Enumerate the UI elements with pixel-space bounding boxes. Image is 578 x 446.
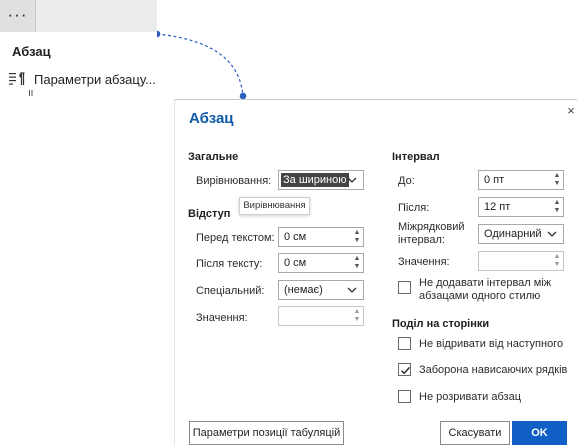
menu-title: Абзац [12,44,51,59]
general-heading: Загальне [188,151,239,163]
more-options-button[interactable]: ··· [0,0,36,32]
spin-up-down-icon[interactable]: ▲ ▼ [353,229,361,245]
line-spacing-at-input[interactable]: ▲ ▼ [478,251,564,271]
close-icon[interactable]: × [564,104,578,118]
paragraph-settings-icon [9,72,25,85]
spacing-before-input[interactable]: 0 пт ▲ ▼ [478,170,564,190]
keep-with-next-label: Не відривати від наступного [419,338,564,350]
indent-before-input[interactable]: 0 см ▲ ▼ [278,227,364,247]
special-indent-select[interactable]: (немає) [278,280,364,300]
chevron-down-icon [347,177,357,183]
spin-up-down-icon[interactable]: ▲ ▼ [553,172,561,188]
no-space-same-style-label: Не додавати інтервал між абзацами одного… [419,277,551,303]
spacing-heading: Інтервал [392,151,440,163]
line-spacing-at-label: Значення: [398,256,450,268]
special-indent-value: (немає) [284,284,323,296]
no-space-label-line2: абзацами одного стилю [419,290,541,302]
no-space-label-line1: Не додавати інтервал між [419,277,552,289]
widow-control-checkbox[interactable] [398,363,411,376]
chevron-down-icon [347,287,357,293]
indent-heading: Відступ [188,208,231,220]
indent-after-input[interactable]: 0 см ▲ ▼ [278,253,364,273]
pagination-heading: Поділ на сторінки [392,318,490,330]
spacing-before-label: До: [398,175,415,187]
indent-before-value: 0 см [284,231,307,243]
indent-by-input[interactable]: ▲ ▼ [278,306,364,326]
alignment-label: Вирівнювання: [196,175,272,187]
indent-after-label: Після тексту: [196,258,263,270]
menu-item-label: Параметри абзацу... [34,71,156,87]
spin-up-down-icon[interactable]: ▲ ▼ [353,255,361,271]
widow-control-label: Заборона нависаючих рядків [419,364,568,376]
indent-by-label: Значення: [196,312,248,324]
spin-up-down-icon[interactable]: ▲ ▼ [353,308,361,324]
alignment-selected-value: За шириною [281,173,349,187]
indent-before-label: Перед текстом: [196,232,275,244]
cancel-button[interactable]: Скасувати [440,421,510,445]
paragraph-mark-fragment-icon [29,90,33,96]
line-spacing-value: Одинарний [484,228,542,240]
tab-stops-button[interactable]: Параметри позиції табуляцій [189,421,344,445]
no-space-same-style-checkbox[interactable] [398,281,411,294]
spin-up-down-icon[interactable]: ▲ ▼ [553,253,561,269]
alignment-select[interactable]: За шириною [278,170,364,190]
line-spacing-label: Міжрядковий інтервал: [398,221,465,247]
spacing-before-value: 0 пт [484,174,505,186]
more-horizontal-icon: ··· [7,4,28,24]
line-spacing-label-line1: Міжрядковий [398,221,465,233]
spacing-after-input[interactable]: 12 пт ▲ ▼ [478,197,564,217]
spacing-after-label: Після: [398,202,430,214]
line-spacing-label-line2: інтервал: [398,234,445,246]
indent-after-value: 0 см [284,257,307,269]
spacing-after-value: 12 пт [484,201,511,213]
paragraph-settings-menu-item[interactable]: Параметри абзацу... [8,70,156,88]
spin-up-down-icon[interactable]: ▲ ▼ [553,199,561,215]
keep-with-next-checkbox[interactable] [398,337,411,350]
special-indent-label: Спеціальний: [196,285,265,297]
checkmark-icon [401,366,411,375]
line-spacing-select[interactable]: Одинарний [478,224,564,244]
ok-button[interactable]: OK [512,421,567,445]
keep-lines-together-label: Не розривати абзац [419,391,522,403]
chevron-down-icon [547,231,557,237]
keep-lines-together-checkbox[interactable] [398,390,411,403]
ribbon-bar: ··· [0,0,157,32]
dialog-title: Абзац [189,110,234,127]
alignment-tooltip: Вирівнювання [239,197,310,215]
